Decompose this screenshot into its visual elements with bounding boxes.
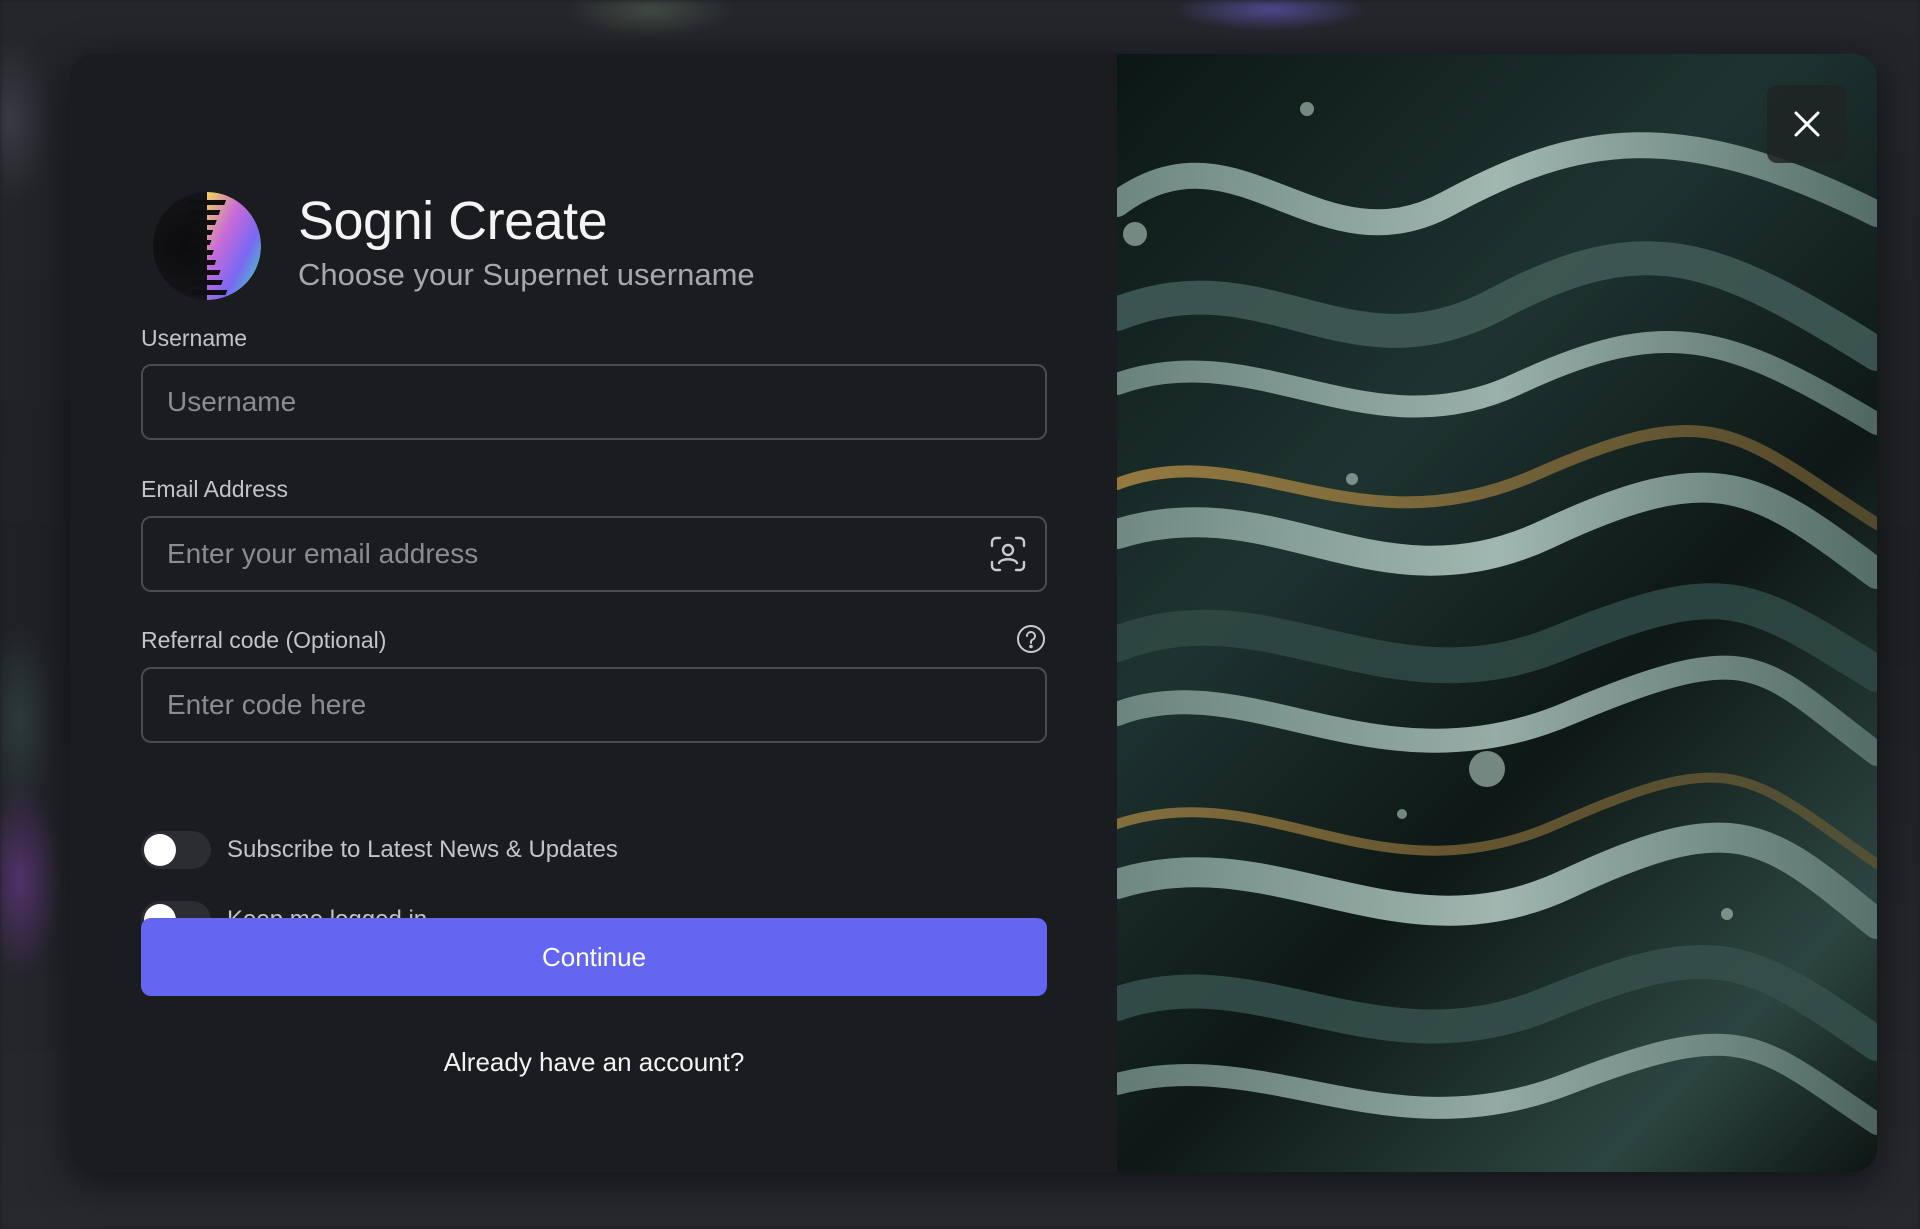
contact-autofill-icon[interactable]: [989, 535, 1027, 573]
signup-form-panel: Sogni Create Choose your Supernet userna…: [70, 54, 1117, 1172]
continue-button[interactable]: Continue: [141, 918, 1047, 996]
close-button[interactable]: [1767, 85, 1847, 163]
sogni-logo: [153, 192, 261, 300]
decorative-artwork: [1117, 54, 1877, 1172]
referral-code-input[interactable]: [141, 667, 1047, 743]
subscribe-toggle[interactable]: [141, 831, 211, 869]
already-have-account-link[interactable]: Already have an account?: [141, 1047, 1047, 1078]
signup-modal: Sogni Create Choose your Supernet userna…: [70, 54, 1877, 1172]
email-label: Email Address: [141, 476, 289, 502]
referral-label: Referral code (Optional): [141, 627, 387, 653]
brand-header: Sogni Create Choose your Supernet userna…: [153, 138, 755, 300]
app-title: Sogni Create: [298, 191, 608, 251]
subscribe-toggle-label: Subscribe to Latest News & Updates: [227, 836, 618, 863]
question-circle-icon[interactable]: [1016, 624, 1046, 654]
close-icon: [1794, 111, 1820, 137]
username-label: Username: [141, 325, 248, 351]
email-field[interactable]: [141, 516, 1047, 592]
subscribe-toggle-row[interactable]: Subscribe to Latest News & Updates: [141, 831, 618, 869]
app-subtitle: Choose your Supernet username: [298, 257, 755, 292]
username-input[interactable]: [141, 364, 1047, 440]
